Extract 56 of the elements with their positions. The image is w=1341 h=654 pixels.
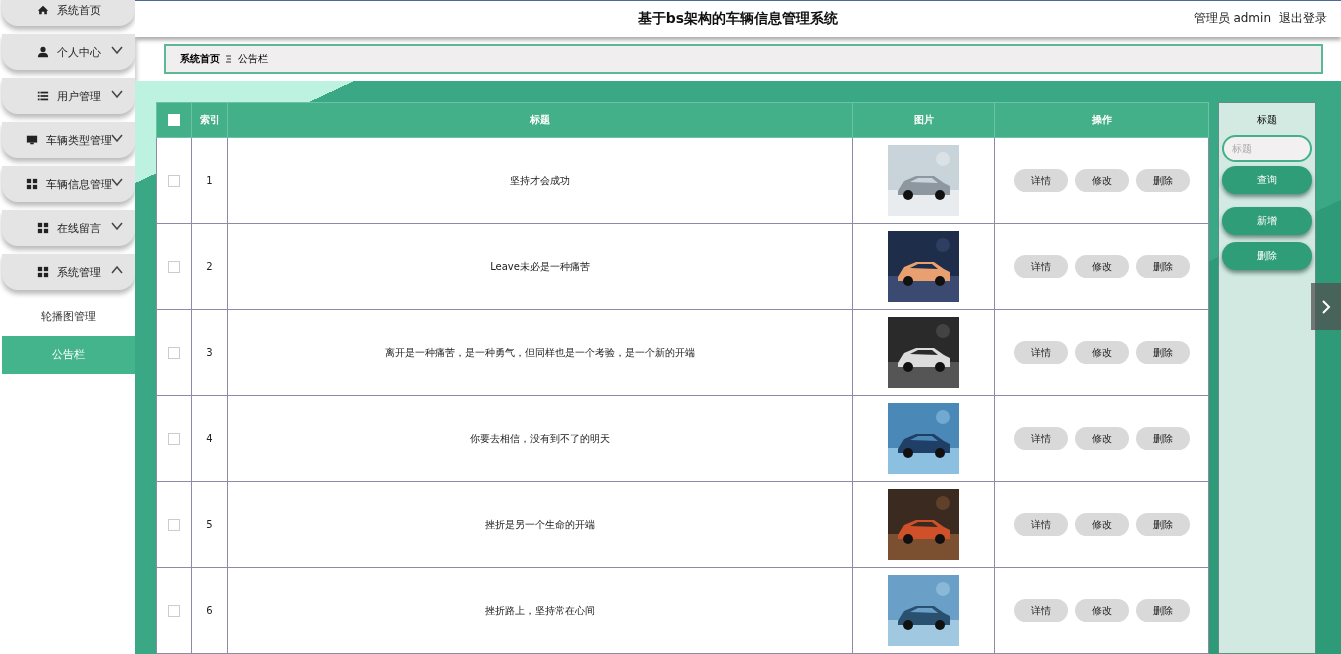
edit-button[interactable]: 修改 xyxy=(1074,341,1129,364)
sidebar-item[interactable]: 车辆信息管理 xyxy=(2,166,135,202)
table-cell: 离开是一种痛苦，是一种勇气，但同样也是一个考验，是一个新的开端 xyxy=(227,309,853,396)
table-cell: 3 xyxy=(191,309,228,396)
column-header: 标题 xyxy=(227,102,853,138)
menu-label: 在线留言 xyxy=(56,220,101,236)
table-cell: 2 xyxy=(191,223,228,310)
menu-label: 车辆类型管理 xyxy=(45,132,112,148)
logout-link[interactable]: 退出登录 xyxy=(1279,10,1327,27)
table-cell: 挫折路上，坚持常在心间 xyxy=(227,567,853,654)
details-button[interactable]: 详情 xyxy=(1013,599,1068,622)
edit-button[interactable]: 修改 xyxy=(1074,169,1129,192)
sidebar-item[interactable]: 车辆类型管理 xyxy=(2,122,135,158)
table-cell: 坚持才会成功 xyxy=(227,137,853,224)
breadcrumb-current: 公告栏 xyxy=(238,52,268,66)
table-cell: Leave未必是一种痛苦 xyxy=(227,223,853,310)
submenu-item[interactable]: 轮播图管理 xyxy=(2,298,135,336)
delete-button[interactable]: 删除 xyxy=(1135,513,1190,536)
delete-button[interactable]: 删除 xyxy=(1135,427,1190,450)
column-header: 图片 xyxy=(852,102,995,138)
menu-label: 用户管理 xyxy=(56,88,101,104)
details-button[interactable]: 详情 xyxy=(1013,427,1068,450)
sidebar-item[interactable]: 系统首页 xyxy=(2,0,135,26)
edit-button[interactable]: 修改 xyxy=(1074,513,1129,536)
breadcrumb-link[interactable]: 系统首页 xyxy=(180,52,220,66)
sidebar-item[interactable]: 个人中心 xyxy=(2,34,135,70)
table-cell: 5 xyxy=(191,481,228,568)
delete-button[interactable]: 删除 xyxy=(1135,341,1190,364)
menu-label: 系统首页 xyxy=(56,2,101,18)
user-name: 管理员 admin xyxy=(1193,10,1271,27)
column-header: 索引 xyxy=(191,102,228,138)
sidebar-item[interactable]: 用户管理 xyxy=(2,78,135,114)
menu-label: 系统管理 xyxy=(56,264,101,280)
edit-button[interactable]: 修改 xyxy=(1074,599,1129,622)
table-cell: 4 xyxy=(191,395,228,482)
menu-label: 个人中心 xyxy=(56,44,101,60)
search-field[interactable]: 标题 xyxy=(1222,135,1312,162)
delete-button[interactable]: 删除 xyxy=(1135,599,1190,622)
delete-button[interactable]: 删除 xyxy=(1135,255,1190,278)
sidebar-item[interactable]: 系统管理 xyxy=(2,254,135,290)
details-button[interactable]: 详情 xyxy=(1013,169,1068,192)
table-cell: 挫折是另一个生命的开端 xyxy=(227,481,853,568)
delete-button[interactable]: 删除 xyxy=(1135,169,1190,192)
column-header: 操作 xyxy=(994,102,1209,138)
field-label: 标题 xyxy=(1257,113,1277,127)
table-cell: 1 xyxy=(191,137,228,224)
table-cell: 你要去相信，没有到不了的明天 xyxy=(227,395,853,482)
edit-button[interactable]: 修改 xyxy=(1074,427,1129,450)
app-title: 基于bs架构的车辆信息管理系统 xyxy=(637,10,839,28)
sidebar-item[interactable]: 在线留言 xyxy=(2,210,135,246)
edit-button[interactable]: 修改 xyxy=(1074,255,1129,278)
table-cell: 6 xyxy=(191,567,228,654)
menu-label: 车辆信息管理 xyxy=(45,176,112,192)
details-button[interactable]: 详情 xyxy=(1013,255,1068,278)
details-button[interactable]: 详情 xyxy=(1013,341,1068,364)
details-button[interactable]: 详情 xyxy=(1013,513,1068,536)
